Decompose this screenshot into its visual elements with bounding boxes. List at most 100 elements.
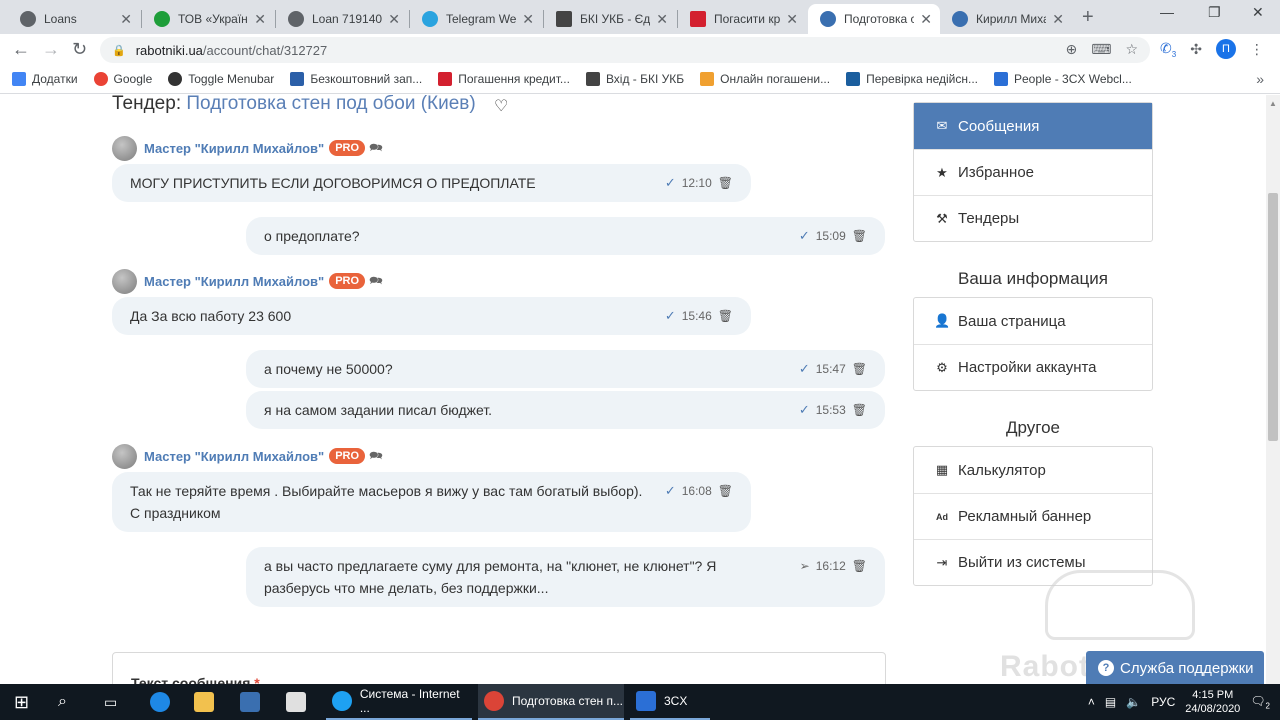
phone-extension-icon[interactable]: ✆3 [1160,40,1176,59]
tab-kirill[interactable]: Кирилл Миха ✕ [940,4,1072,34]
close-icon[interactable]: ✕ [120,11,132,28]
scroll-up-icon[interactable]: ▲ [1269,99,1277,108]
close-icon[interactable]: ✕ [920,11,932,28]
check-icon: ✓ [664,308,676,323]
bookmark-star-icon[interactable]: ☆ [1125,41,1138,58]
tab-telegram[interactable]: Telegram Web ✕ [410,4,542,34]
tender-link[interactable]: Подготовка стен под обои (Киев) [186,95,475,114]
bookmarks-overflow-icon[interactable]: » [1256,71,1264,87]
sidebar-item-favorites[interactable]: ★ Избранное [914,149,1152,195]
tab-active-chat[interactable]: Подготовка с ✕ [808,4,940,34]
check-icon: ✓ [798,402,810,417]
close-icon[interactable]: ✕ [522,11,534,28]
chat-bubbles-icon[interactable]: 🗪 [369,139,383,158]
author-name[interactable]: Мастер "Кирилл Михайлов" [144,449,324,464]
notifications-icon[interactable]: 🗨2 [1250,694,1270,710]
volume-icon[interactable]: 🔈 [1126,695,1141,709]
trash-icon[interactable]: 🗑 [718,305,733,327]
profile-avatar[interactable]: П [1215,39,1236,59]
puzzle-icon[interactable]: ✣ [1190,41,1202,58]
check-icon: ✓ [664,175,676,190]
new-tab-plus-icon[interactable]: + [1082,6,1094,29]
file-explorer-icon[interactable] [194,684,222,720]
bookmark-toggle-menubar[interactable]: Toggle Menubar [168,71,274,86]
bookmark-online-payment[interactable]: Онлайн погашени... [700,71,830,86]
chat-bubbles-icon[interactable]: 🗪 [369,272,383,291]
support-button[interactable]: ? Служба поддержки [1086,651,1264,685]
windows-start-icon[interactable]: ⊞ [14,684,29,720]
trash-icon[interactable]: 🗑 [718,480,733,502]
message-time: 16:08 [681,484,712,498]
trash-icon[interactable]: 🗑 [852,399,867,421]
tab-loans[interactable]: Loans ✕ [8,4,140,34]
close-icon[interactable]: ✕ [1052,11,1064,28]
tab-loan-719140[interactable]: Loan 719140 & ✕ [276,4,408,34]
mail-icon[interactable] [286,684,314,720]
bookmark-loan-payment[interactable]: Погашення кредит... [438,71,570,86]
site-favicon-icon [438,71,453,86]
avatar[interactable] [112,135,137,161]
taskbar-app-3cx[interactable]: 3CX [630,684,710,720]
author-name[interactable]: Мастер "Кирилл Михайлов" [144,141,324,156]
tab-bki[interactable]: БКІ УКБ - Єди ✕ [544,4,676,34]
bookmark-apps[interactable]: Додатки [12,71,78,86]
chat-bubbles-icon[interactable]: 🗪 [369,447,383,466]
store-icon[interactable] [240,684,268,720]
trash-icon[interactable]: 🗑 [852,358,867,380]
sidebar-item-tenders[interactable]: ⚒ Тендеры [914,195,1152,241]
message-incoming: Так не теряйте время . Выбирайте масьеро… [112,472,751,532]
trash-icon[interactable]: 🗑 [718,172,733,194]
task-view-icon[interactable]: ▭ [104,684,117,720]
avatar[interactable] [112,443,137,469]
close-icon[interactable]: ✕ [388,11,400,28]
tab-tov[interactable]: ТОВ «Українсь ✕ [142,4,274,34]
compose-box[interactable]: Текст сообщения * [112,652,886,685]
sidebar-item-my-page[interactable]: 👤 Ваша страница [914,298,1152,344]
sidebar-item-settings[interactable]: ⚙ Настройки аккаунта [914,344,1152,390]
bookmark-google[interactable]: Google [93,71,152,86]
search-icon[interactable]: ⌕ [58,684,67,720]
page-scrollbar[interactable]: ▲ [1266,95,1280,685]
sidebar-item-calculator[interactable]: ▦ Калькулятор [914,447,1152,493]
check-icon: ✓ [664,483,676,498]
tab-pay-credit[interactable]: Погасити кред ✕ [678,4,806,34]
reload-icon[interactable]: ↻ [72,39,87,60]
chevron-up-icon[interactable]: ˄ [1088,695,1095,709]
sidebar-item-messages[interactable]: ✉ Сообщения [914,103,1152,149]
trash-icon[interactable]: 🗑 [852,555,867,577]
edge-icon[interactable] [150,684,178,720]
bookmark-free[interactable]: Безкоштовний зап... [290,71,422,86]
bookmark-bki[interactable]: Вхід - БКІ УКБ [585,71,684,86]
translate-icon[interactable]: ⌨ [1091,41,1111,58]
address-input[interactable]: 🔒 rabotniki.ua/account/chat/312727 ⊕ ⌨ ☆ [100,37,1150,63]
add-icon[interactable]: ⊕ [1065,41,1077,58]
author-name[interactable]: Мастер "Кирилл Михайлов" [144,274,324,289]
trash-icon[interactable]: 🗑 [852,225,867,247]
avatar[interactable] [112,268,137,294]
taskbar-app-ie[interactable]: Система - Internet ... [326,684,472,720]
sidebar-item-banner[interactable]: Ad Рекламный баннер [914,493,1152,539]
sidebar-heading-other: Другое [1005,418,1060,437]
kebab-menu-icon[interactable]: ⋮ [1250,41,1264,58]
input-language[interactable]: РУС [1151,695,1175,709]
heart-icon[interactable]: ♡ [494,96,508,116]
scroll-thumb[interactable] [1268,193,1278,441]
back-arrow-icon[interactable]: ← [12,39,30,60]
taskbar-app-chrome[interactable]: Подготовка стен п... [478,684,624,720]
minimize-icon[interactable]: — [1160,4,1174,20]
message-author: Мастер "Кирилл Михайлов" PRO 🗪 [112,443,383,469]
message-outgoing: а почему не 50000? ✓ 15:47 🗑 [246,350,885,388]
clock[interactable]: 4:15 PM 24/08/2020 [1185,688,1240,716]
star-icon: ★ [936,164,948,180]
extension-badge: 3 [1171,49,1177,59]
window-close-icon[interactable]: ✕ [1252,4,1264,21]
network-icon[interactable]: ▤ [1105,695,1116,709]
bookmark-3cx[interactable]: People - 3CX Webcl... [994,71,1132,86]
restore-icon[interactable]: ❐ [1208,4,1221,21]
question-icon: ? [1098,660,1114,676]
close-icon[interactable]: ✕ [656,11,668,28]
close-icon[interactable]: ✕ [786,11,798,28]
bookmark-check[interactable]: Перевірка недійсн... [846,71,978,86]
close-icon[interactable]: ✕ [254,11,266,28]
forward-arrow-icon[interactable]: → [42,39,60,60]
